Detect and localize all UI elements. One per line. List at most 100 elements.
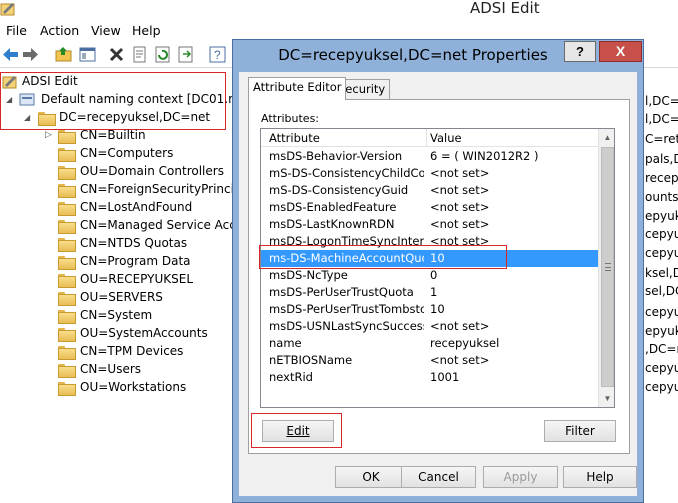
attribute-name: mS-DS-ConsistencyChildCount xyxy=(269,166,424,180)
vertical-scrollbar[interactable]: ▲ ▼ xyxy=(598,129,614,407)
properties-icon[interactable] xyxy=(131,46,148,63)
export-list-icon[interactable] xyxy=(177,46,194,63)
details-cell[interactable]: C=ret xyxy=(645,132,678,146)
ok-button[interactable]: OK xyxy=(335,466,407,488)
attribute-value: <not set> xyxy=(430,217,490,231)
close-icon: X xyxy=(615,43,626,59)
folder-icon xyxy=(58,238,76,252)
close-button[interactable]: X xyxy=(599,41,642,62)
help-dialog-button[interactable]: Help xyxy=(563,466,637,488)
tree-label: CN=Computers xyxy=(80,146,174,160)
attribute-row[interactable]: nextRid 1001 xyxy=(261,369,599,386)
help-button[interactable]: ? xyxy=(564,41,596,62)
details-cell[interactable]: pals,DC xyxy=(645,152,678,166)
attribute-row[interactable]: msDS-LastKnownRDN <not set> xyxy=(261,216,599,233)
attribute-row[interactable]: name recepyuksel xyxy=(261,335,599,352)
attribute-name: nETBIOSName xyxy=(269,353,353,367)
expanded-arrow-icon[interactable]: ◢ xyxy=(6,91,12,108)
refresh-icon[interactable] xyxy=(154,46,171,63)
up-folder-icon[interactable] xyxy=(55,46,72,63)
naming-context-icon xyxy=(19,93,35,106)
tree-label: OU=SERVERS xyxy=(80,290,163,304)
expanded-arrow-icon[interactable]: ◢ xyxy=(24,109,30,126)
folder-icon xyxy=(58,346,76,360)
attribute-row[interactable]: msDS-NcType 0 xyxy=(261,267,599,284)
tree-label: CN=Program Data xyxy=(80,254,191,268)
tree-label: CN=Managed Service Acco xyxy=(80,218,244,232)
details-cell[interactable]: cepyuk xyxy=(645,361,678,375)
apply-button[interactable]: Apply xyxy=(483,466,558,488)
details-cell[interactable]: cepyuk xyxy=(645,227,678,241)
attribute-name: msDS-NcType xyxy=(269,268,348,282)
forward-arrow-icon[interactable] xyxy=(22,46,39,63)
folder-icon xyxy=(58,256,76,270)
attribute-row[interactable]: msDS-Behavior-Version 6 = ( WIN2012R2 ) xyxy=(261,148,599,165)
list-header: Attribute Value xyxy=(261,129,599,147)
details-cell[interactable]: l,DC= xyxy=(645,94,678,108)
column-value[interactable]: Value xyxy=(430,131,462,145)
menu-help[interactable]: Help xyxy=(132,23,161,38)
help-icon[interactable]: ? xyxy=(209,46,226,63)
menu-file[interactable]: File xyxy=(6,23,27,38)
attribute-value: 1 xyxy=(430,285,438,299)
tree-label: CN=ForeignSecurityPrincip xyxy=(80,182,242,196)
column-attribute[interactable]: Attribute xyxy=(269,131,320,145)
show-hide-tree-icon[interactable] xyxy=(79,46,96,63)
grip-icon xyxy=(605,263,611,271)
attribute-name: name xyxy=(269,336,302,350)
attribute-row[interactable]: msDS-EnabledFeature <not set> xyxy=(261,199,599,216)
tree-label: CN=TPM Devices xyxy=(80,344,184,358)
attribute-name: mS-DS-ConsistencyGuid xyxy=(269,183,409,197)
folder-icon xyxy=(58,382,76,396)
scroll-up-icon[interactable]: ▲ xyxy=(599,129,614,146)
details-cell[interactable]: epyuks xyxy=(645,324,678,338)
attribute-row[interactable]: nETBIOSName <not set> xyxy=(261,352,599,369)
details-cell[interactable]: sel,DC= xyxy=(645,284,678,298)
attribute-name: nextRid xyxy=(269,370,313,384)
folder-icon xyxy=(58,364,76,378)
cancel-button[interactable]: Cancel xyxy=(401,466,476,488)
details-cell[interactable]: ksel,DC xyxy=(645,266,678,280)
collapsed-arrow-icon[interactable]: ▷ xyxy=(45,127,52,144)
details-cell[interactable]: cepyuk xyxy=(645,305,678,319)
folder-icon xyxy=(38,112,56,126)
back-arrow-icon[interactable] xyxy=(2,46,19,63)
app-title: ADSI Edit xyxy=(470,0,540,17)
attribute-name: msDS-Behavior-Version xyxy=(269,149,403,163)
menu-action[interactable]: Action xyxy=(40,23,79,38)
attribute-value: 6 = ( WIN2012R2 ) xyxy=(430,149,539,163)
attribute-value: <not set> xyxy=(430,353,490,367)
details-cell[interactable]: ounts,l xyxy=(645,190,678,204)
scrollbar-thumb[interactable] xyxy=(601,147,614,387)
folder-icon xyxy=(58,292,76,306)
delete-icon[interactable] xyxy=(108,46,125,63)
menu-bar: File Action View Help xyxy=(0,20,678,40)
details-cell[interactable]: cepyuk xyxy=(645,246,678,260)
details-cell[interactable]: cepyuk xyxy=(645,380,678,394)
filter-button[interactable]: Filter xyxy=(544,420,616,442)
details-cell[interactable]: recepy xyxy=(645,171,678,185)
details-cell[interactable]: ,DC=re xyxy=(645,342,678,356)
folder-icon xyxy=(58,148,76,162)
attribute-row[interactable]: mS-DS-ConsistencyGuid <not set> xyxy=(261,182,599,199)
folder-icon xyxy=(58,310,76,324)
tab-attribute-editor[interactable]: Attribute Editor xyxy=(248,77,347,100)
tree-label: CN=Builtin xyxy=(80,128,146,142)
attribute-row[interactable]: mS-DS-ConsistencyChildCount <not set> xyxy=(261,165,599,182)
column-separator[interactable] xyxy=(426,129,427,147)
attribute-name: msDS-EnabledFeature xyxy=(269,200,397,214)
attribute-row[interactable]: msDS-USNLastSyncSuccess <not set> xyxy=(261,318,599,335)
adsi-app-icon xyxy=(0,3,15,16)
folder-icon xyxy=(58,184,76,198)
details-cell[interactable]: epyuks xyxy=(645,209,678,223)
folder-icon xyxy=(58,274,76,288)
menu-view[interactable]: View xyxy=(91,23,121,38)
attribute-value: <not set> xyxy=(430,200,490,214)
attributes-label: Attributes: xyxy=(261,112,320,125)
tree-label: OU=Domain Controllers xyxy=(80,164,224,178)
attribute-value: <not set> xyxy=(430,319,490,333)
details-cell[interactable]: l,DC=n xyxy=(645,112,678,126)
attribute-row[interactable]: msDS-PerUserTrustTombstonesQuota 10 xyxy=(261,301,599,318)
scroll-down-icon[interactable]: ▼ xyxy=(599,390,614,407)
attribute-row[interactable]: msDS-PerUserTrustQuota 1 xyxy=(261,284,599,301)
